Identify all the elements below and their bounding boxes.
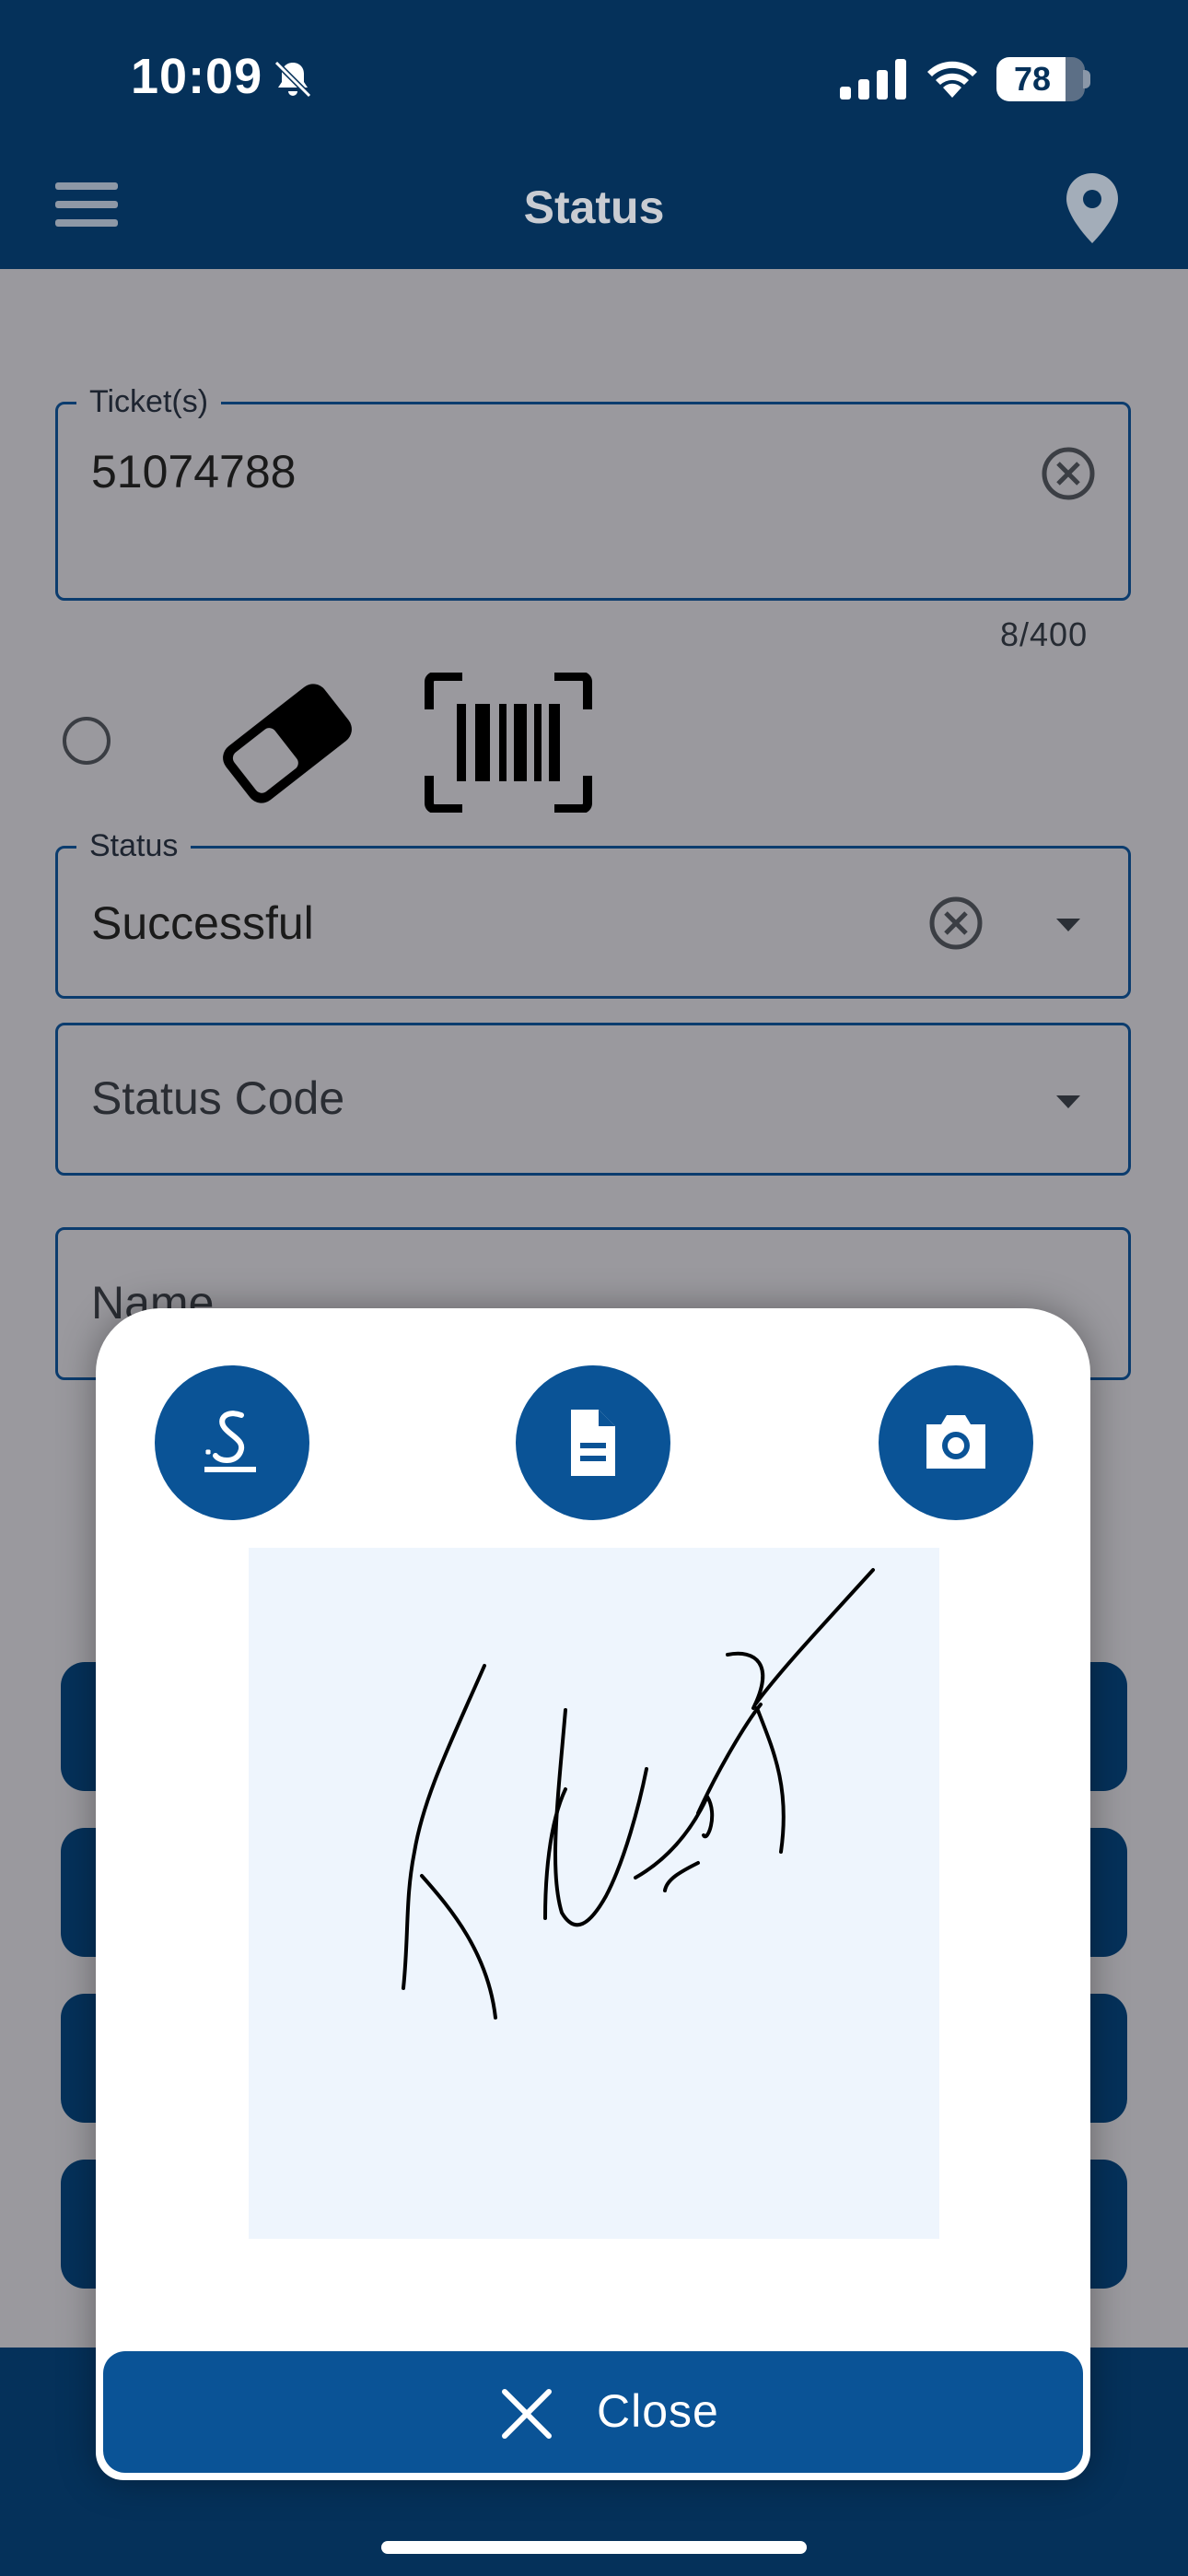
signature-pad[interactable] <box>249 1548 939 2239</box>
status-code-field[interactable]: Status Code <box>55 1023 1131 1176</box>
bell-slash-icon <box>274 60 312 99</box>
close-icon <box>502 2389 552 2439</box>
tickets-value[interactable]: 51074788 <box>91 445 296 498</box>
battery-level-text: 78 <box>1013 60 1052 98</box>
document-button[interactable] <box>516 1365 670 1520</box>
status-value[interactable]: Successful <box>91 896 314 950</box>
signature-button[interactable] <box>155 1365 309 1520</box>
close-button[interactable]: Close <box>103 2351 1083 2473</box>
chevron-down-icon[interactable] <box>1054 1094 1082 1110</box>
status-code-placeholder: Status Code <box>91 1072 345 1124</box>
page-title: Status <box>523 181 665 233</box>
tickets-label: Ticket(s) <box>76 384 222 420</box>
battery-nub <box>1083 70 1090 88</box>
signature-icon <box>204 1411 256 1472</box>
wifi-icon <box>927 61 977 98</box>
clear-tickets-icon[interactable] <box>1040 445 1097 502</box>
tickets-counter: 8/400 <box>1000 615 1089 653</box>
status-label: Status <box>76 828 192 864</box>
tickets-field[interactable]: Ticket(s) 51074788 <box>55 384 1131 601</box>
radio-button[interactable] <box>63 717 111 765</box>
signature-dialog: Close <box>96 1308 1090 2480</box>
camera-icon <box>926 1415 985 1469</box>
battery-icon: 78 <box>996 57 1085 101</box>
camera-button[interactable] <box>879 1365 1033 1520</box>
status-time: 10:09 <box>131 49 263 104</box>
status-field[interactable]: Status Successful <box>55 828 1131 999</box>
eraser-icon[interactable] <box>214 676 361 811</box>
app-header: 10:09 78 Status <box>0 0 1188 269</box>
barcode-icon[interactable] <box>424 673 593 813</box>
signal-icon <box>840 59 906 100</box>
home-indicator[interactable] <box>381 2541 807 2554</box>
clear-status-icon[interactable] <box>927 895 984 952</box>
signature-drawing <box>402 1568 875 2020</box>
document-icon <box>571 1410 615 1476</box>
chevron-down-icon[interactable] <box>1054 917 1082 933</box>
close-label: Close <box>597 2385 719 2437</box>
location-icon[interactable] <box>1063 171 1122 245</box>
